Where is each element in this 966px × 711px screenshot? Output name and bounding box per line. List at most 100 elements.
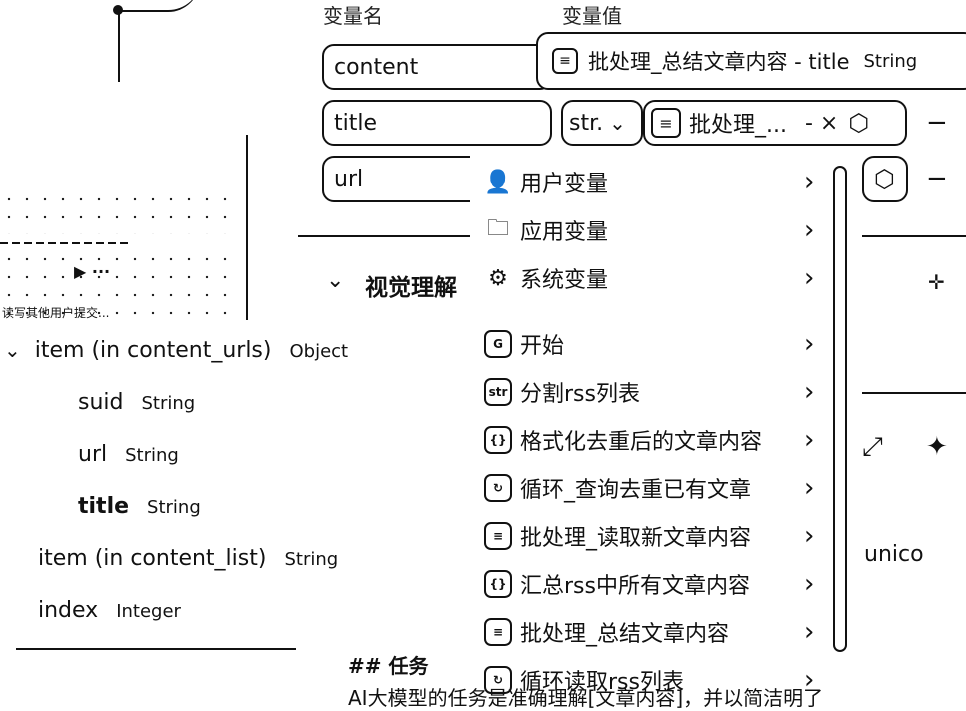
user-icon: 👤 xyxy=(484,169,512,195)
chevron-right-icon: › xyxy=(804,569,815,599)
chevron-right-icon: › xyxy=(804,377,815,407)
menu-item-label: 应用变量 xyxy=(520,220,609,245)
crosshair-icon: ✛ xyxy=(928,270,945,294)
batch-icon: ≡ xyxy=(651,108,681,138)
code-icon: {} xyxy=(484,426,512,454)
section-divider xyxy=(862,392,966,394)
code-icon: {} xyxy=(484,570,512,598)
tree-item-type: Integer xyxy=(116,601,181,622)
remove-row-button[interactable]: − xyxy=(926,108,948,138)
tree-item-label: suid xyxy=(78,390,124,415)
chevron-right-icon: › xyxy=(804,425,815,455)
chevron-right-icon: › xyxy=(804,521,815,551)
folder-icon: 🗀 xyxy=(486,216,509,241)
reference-label: 批处理_... xyxy=(689,113,787,138)
menu-item-app-vars[interactable]: 🗀 应用变量 › xyxy=(484,210,814,250)
tree-item-type: String xyxy=(284,549,339,570)
connector-curve xyxy=(120,0,200,12)
menu-item-label: 用户变量 xyxy=(520,172,609,197)
var-name-header: 变量名 xyxy=(323,4,383,28)
split-icon: str xyxy=(484,378,512,406)
section-title-text: 视觉理解 xyxy=(365,275,457,301)
chevron-down-icon: ⌄ xyxy=(4,338,21,362)
menu-item-summarize-rss[interactable]: {} 汇总rss中所有文章内容 › xyxy=(484,564,814,604)
gear-icon: ⚙ xyxy=(488,265,508,291)
var-name-value: content xyxy=(334,54,419,80)
chevron-right-icon: › xyxy=(804,329,815,359)
tree-item-type: String xyxy=(125,445,179,466)
menu-item-start[interactable]: G 开始 › xyxy=(484,324,814,364)
variable-picker[interactable]: ⬡ xyxy=(862,156,908,202)
type-select[interactable]: str. ⌄ xyxy=(561,100,643,146)
loop-icon: ↻ xyxy=(484,474,512,502)
section-title[interactable]: 视觉理解 xyxy=(365,268,470,302)
chevron-right-icon: › xyxy=(804,473,815,503)
start-icon: G xyxy=(484,330,512,358)
variable-picker-icon: ⬡ xyxy=(874,165,895,193)
var-value-header: 变量值 xyxy=(562,4,622,28)
reference-chip[interactable]: ≡ 批处理_... - × ⬡ xyxy=(643,100,907,146)
expand-icon[interactable]: ⤢ xyxy=(862,432,883,463)
tree-item-type: Object xyxy=(289,341,349,362)
tree-item-label: url xyxy=(78,442,108,467)
menu-item-label: 系统变量 xyxy=(520,268,609,293)
menu-item-label: 循环_查询去重已有文章 xyxy=(520,478,752,503)
tree-item-suid[interactable]: suid String xyxy=(78,390,195,415)
menu-item-loop-query[interactable]: ↻ 循环_查询去重已有文章 › xyxy=(484,468,814,508)
tree-item-url[interactable]: url String xyxy=(78,442,179,467)
remove-row-button[interactable]: − xyxy=(926,164,948,194)
batch-icon: ≡ xyxy=(484,522,512,550)
var-name-input-content[interactable]: content xyxy=(322,44,552,90)
menu-item-batch-summarize[interactable]: ≡ 批处理_总结文章内容 › xyxy=(484,612,814,652)
play-more-button[interactable]: ▶ ··· xyxy=(74,262,110,281)
section-collapse-icon[interactable]: ⌄ xyxy=(326,268,344,293)
prompt-body: AI大模型的任务是准确理解[文章内容]，并以简洁明了 xyxy=(348,686,824,710)
menu-item-label: 开始 xyxy=(520,334,565,359)
connector-line xyxy=(118,10,120,82)
var-name-input-title[interactable]: title xyxy=(322,100,552,146)
tree-item-type: String xyxy=(147,497,201,518)
tree-item-label: index xyxy=(38,598,99,623)
menu-item-split-rss[interactable]: str 分割rss列表 › xyxy=(484,372,814,412)
sparkle-icon[interactable]: ✦ xyxy=(926,432,948,462)
tree-item-title[interactable]: title String xyxy=(78,494,201,519)
variable-menu: 👤 用户变量 › 🗀 应用变量 › ⚙ 系统变量 › G 开始 › str 分割… xyxy=(470,156,860,696)
menu-item-label: 汇总rss中所有文章内容 xyxy=(520,574,750,599)
menu-item-label: 分割rss列表 xyxy=(520,382,640,407)
variable-picker-icon[interactable]: ⬡ xyxy=(848,109,869,137)
tree-divider xyxy=(16,648,296,650)
tooltip-label: 批处理_总结文章内容 - title xyxy=(588,50,850,74)
tooltip-type: String xyxy=(863,50,918,72)
dashed-line xyxy=(0,242,130,244)
reference-tooltip: ≡ 批处理_总结文章内容 - title String xyxy=(536,32,966,90)
tree-item-content-urls[interactable]: ⌄ item (in content_urls) Object xyxy=(4,338,348,363)
permission-note: 读写其他用户提交... xyxy=(2,306,110,320)
grid-dots xyxy=(0,190,240,234)
menu-scrollbar[interactable] xyxy=(833,166,847,652)
tree-item-index[interactable]: index Integer xyxy=(38,598,181,623)
menu-item-format-dedup[interactable]: {} 格式化去重后的文章内容 › xyxy=(484,420,814,460)
section-divider xyxy=(862,235,966,237)
type-select-value: str. xyxy=(569,110,604,136)
tree-item-type: String xyxy=(141,393,196,414)
menu-item-system-vars[interactable]: ⚙ 系统变量 › xyxy=(484,258,814,298)
batch-icon: ≡ xyxy=(484,618,512,646)
chevron-right-icon: › xyxy=(804,263,815,293)
menu-item-label: 批处理_总结文章内容 xyxy=(520,622,730,647)
menu-item-label: 格式化去重后的文章内容 xyxy=(520,430,763,455)
menu-item-user-vars[interactable]: 👤 用户变量 › xyxy=(484,162,814,202)
var-name-value: title xyxy=(334,110,378,136)
var-name-value: url xyxy=(334,166,364,192)
tree-item-label: title xyxy=(78,494,130,519)
batch-icon: ≡ xyxy=(552,48,578,74)
section-divider xyxy=(298,235,470,237)
menu-item-batch-read[interactable]: ≡ 批处理_读取新文章内容 › xyxy=(484,516,814,556)
tree-item-content-list[interactable]: item (in content_list) String xyxy=(38,546,338,571)
prompt-heading: ## 任务 xyxy=(348,654,429,678)
chevron-right-icon: › xyxy=(804,617,815,647)
chevron-down-icon: ⌄ xyxy=(609,111,626,135)
chevron-right-icon: › xyxy=(804,167,815,197)
tree-item-label: item (in content_list) xyxy=(38,546,267,571)
remove-reference-button[interactable]: - × xyxy=(805,111,838,136)
divider-vertical xyxy=(246,135,248,320)
